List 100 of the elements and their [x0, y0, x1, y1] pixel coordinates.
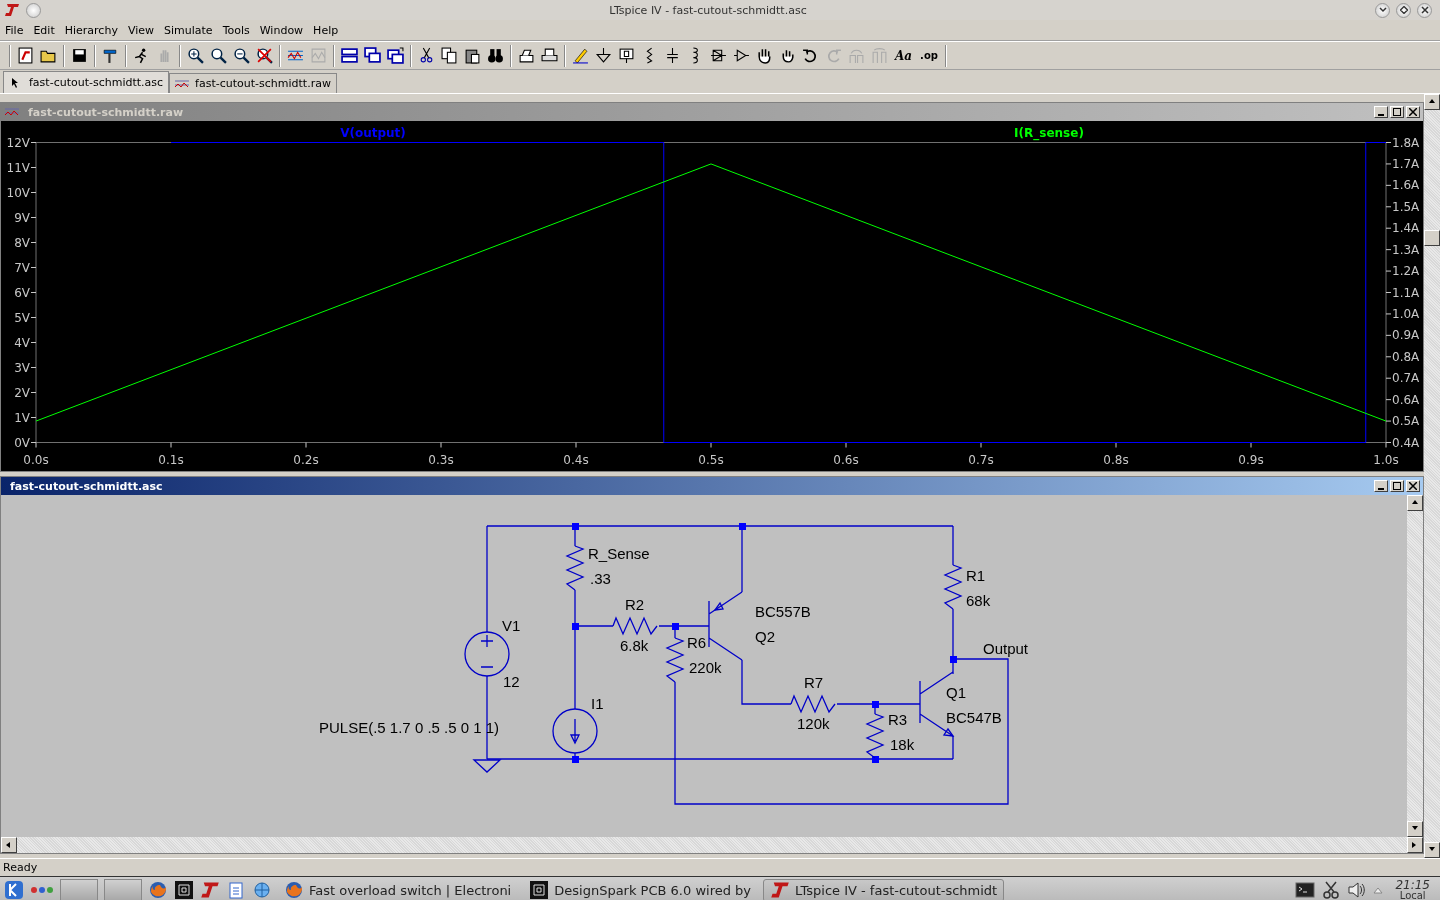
close-icon: [1409, 482, 1417, 490]
component-name: R3: [888, 710, 908, 728]
scroll-up-button[interactable]: [1424, 94, 1440, 110]
printer-icon[interactable]: [541, 47, 558, 64]
menu-item[interactable]: Help: [308, 23, 344, 37]
horizontal-scrollbar[interactable]: [1, 837, 1423, 853]
label-icon[interactable]: [618, 47, 635, 64]
new-schematic-icon[interactable]: [17, 47, 34, 64]
binoculars-icon[interactable]: [487, 47, 504, 64]
axis-tick-label: 0.5s: [698, 452, 724, 467]
vertical-scrollbar[interactable]: [1424, 94, 1440, 858]
document-tab[interactable]: fast-cutout-schmidtt.raw: [169, 73, 337, 93]
axis-tick-label: 0V: [14, 435, 30, 450]
spice-directive-button[interactable]: .op: [920, 50, 938, 61]
ground-symbol: [472, 759, 502, 773]
component-value: 120k: [797, 714, 830, 732]
menu-item[interactable]: Tools: [217, 23, 255, 37]
axis-tick-label: 1.7A: [1392, 156, 1420, 171]
arrow-up-icon: [1411, 499, 1419, 507]
globe-icon[interactable]: [252, 880, 272, 900]
voltage-source-symbol: [464, 631, 510, 677]
axis-tick-label: 0.7s: [968, 452, 994, 467]
axis-tick-label: 0.2s: [293, 452, 319, 467]
taskbar-task[interactable]: Fast overload switch | Electroni: [278, 879, 518, 900]
clipboard-icon[interactable]: [226, 880, 246, 900]
menu-item[interactable]: File: [0, 23, 29, 37]
trace-label[interactable]: I(R_sense): [1014, 125, 1084, 140]
scissors-icon[interactable]: [1321, 880, 1342, 900]
lt-logo-icon[interactable]: [4, 3, 20, 17]
close-button[interactable]: [1417, 2, 1432, 18]
windows-icon[interactable]: [387, 47, 404, 64]
component-name: Q1: [946, 683, 966, 701]
arrow-up-icon: [1428, 98, 1436, 106]
maximize-icon: [1393, 108, 1401, 116]
hammer-icon[interactable]: [102, 47, 119, 64]
axis-tick-label: 9V: [14, 210, 30, 225]
zoom-in-icon[interactable]: [187, 47, 204, 64]
transistor-symbol: [708, 591, 743, 661]
copy-icon[interactable]: [441, 47, 458, 64]
lt-logo-icon: [770, 880, 790, 900]
component-name: R_Sense: [588, 544, 650, 562]
text-button[interactable]: Aa: [895, 48, 913, 63]
scroll-down-button[interactable]: [1424, 842, 1440, 858]
arrow-up-icon[interactable]: [1373, 886, 1384, 894]
window-title: fast-cutout-schmidtt.raw: [27, 105, 185, 119]
scroll-left-button[interactable]: [1, 837, 17, 853]
menu-item[interactable]: Edit: [28, 23, 60, 37]
activity-dots-icon[interactable]: [30, 885, 54, 895]
window-title: LTspice IV - fast-cutout-schmidtt.asc: [608, 3, 808, 17]
scroll-down-button[interactable]: [1407, 821, 1423, 837]
diode-icon[interactable]: [710, 47, 727, 64]
cascade-windows-icon[interactable]: [364, 47, 381, 64]
component-icon[interactable]: [733, 47, 750, 64]
maximize-icon: [1393, 482, 1401, 490]
maximize-button[interactable]: [1396, 2, 1411, 18]
zoom-cancel-icon[interactable]: [256, 47, 273, 64]
taskbar-task[interactable]: DesignSpark PCB 6.0 wired by: [523, 879, 757, 900]
current-source-symbol: [552, 708, 598, 754]
axis-tick-label: 0.6s: [833, 452, 859, 467]
drag-hand-icon[interactable]: [756, 47, 773, 64]
tile-windows-icon[interactable]: [341, 47, 358, 64]
zoom-icon[interactable]: [210, 47, 227, 64]
save-icon[interactable]: [71, 47, 88, 64]
kde-menu-icon[interactable]: [4, 880, 24, 900]
resistor-symbol: [612, 616, 658, 636]
component-name: R1: [966, 566, 986, 584]
scroll-right-button[interactable]: [1407, 837, 1423, 853]
axis-tick-label: 1V: [14, 410, 30, 425]
undo-icon[interactable]: [802, 47, 819, 64]
menu-item[interactable]: View: [122, 23, 159, 37]
ground-icon[interactable]: [595, 47, 612, 64]
menu-item[interactable]: Simulate: [159, 23, 218, 37]
axis-tick-label: 4V: [14, 335, 30, 350]
speaker-icon[interactable]: [1347, 880, 1368, 900]
pencil-icon[interactable]: [572, 47, 589, 64]
component-value: 220k: [689, 658, 722, 676]
scroll-thumb[interactable]: [1424, 230, 1440, 246]
paste-icon[interactable]: [464, 47, 481, 64]
scroll-up-button[interactable]: [1407, 495, 1423, 511]
document-tab[interactable]: fast-cutout-schmidtt.asc: [3, 71, 170, 93]
axis-tick-label: 0.8A: [1392, 349, 1420, 364]
print-preview-icon[interactable]: [518, 47, 535, 64]
capacitor-icon[interactable]: [664, 47, 681, 64]
minimize-button[interactable]: [1375, 2, 1390, 18]
axis-tick-label: 1.8A: [1392, 135, 1420, 150]
axis-tick-label: 1.0s: [1373, 452, 1399, 467]
menu-item[interactable]: Hierarchy: [59, 23, 123, 37]
cut-icon[interactable]: [418, 47, 435, 64]
chip-icon: [529, 880, 550, 900]
component-name: V1: [502, 616, 521, 634]
vertical-scrollbar[interactable]: [1407, 495, 1423, 837]
component-name: I1: [591, 694, 604, 712]
menu-item[interactable]: Window: [254, 23, 309, 37]
resistor-symbol: [865, 713, 885, 759]
taskbar-task[interactable]: LTspice IV - fast-cutout-schmidt: [763, 878, 1005, 900]
close-icon: [1409, 108, 1417, 116]
zoom-out-icon[interactable]: [233, 47, 250, 64]
component-name: R7: [804, 673, 824, 691]
axis-tick-label: 0.0s: [23, 452, 49, 467]
terminal-icon[interactable]: [1295, 880, 1316, 900]
